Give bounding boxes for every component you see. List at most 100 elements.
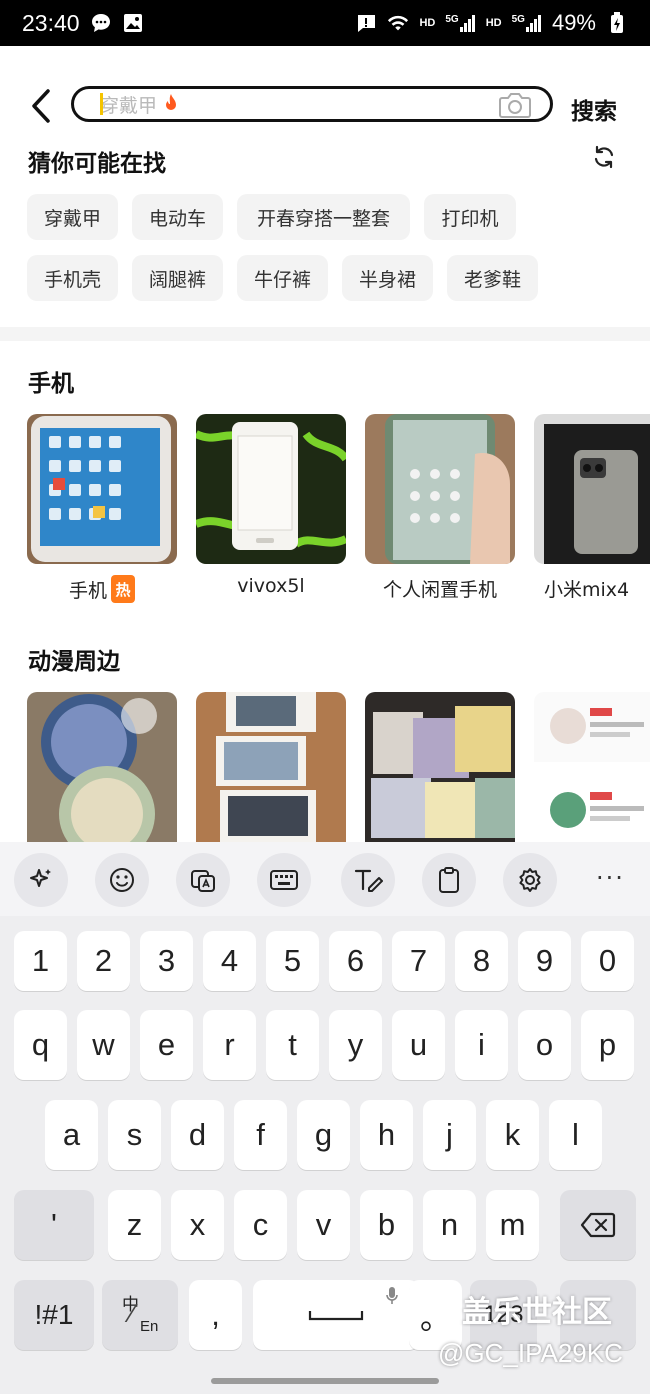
key-2[interactable]: 2 [77, 931, 130, 991]
key-t[interactable]: t [266, 1010, 319, 1080]
camera-search-button[interactable] [498, 91, 532, 119]
key-f[interactable]: f [234, 1100, 287, 1170]
translate-button[interactable] [176, 853, 230, 907]
suggestion-chip[interactable]: 穿戴甲 [27, 194, 118, 240]
anime-photo-cards-photo-icon [196, 692, 346, 842]
suggestion-chip[interactable]: 开春穿搭一整套 [237, 194, 410, 240]
key-w[interactable]: w [77, 1010, 130, 1080]
clipboard-button[interactable] [422, 853, 476, 907]
key-n[interactable]: n [423, 1190, 476, 1260]
hd-label: HD [419, 17, 436, 29]
ai-tools-button[interactable] [14, 853, 68, 907]
suggestion-chip[interactable]: 手机壳 [27, 255, 118, 301]
product-caption: 个人闲置手机 [382, 579, 497, 601]
anime-listing-screenshot-icon [534, 692, 650, 842]
key-r[interactable]: r [203, 1010, 256, 1080]
settings-button[interactable] [503, 853, 557, 907]
key-7[interactable]: 7 [392, 931, 445, 991]
watermark-title: 盖乐世社区 [462, 1295, 612, 1330]
suggestion-chip[interactable]: 半身裙 [342, 255, 433, 301]
keyboard-mode-button[interactable] [257, 853, 311, 907]
text-caret [100, 93, 103, 115]
key-l[interactable]: l [549, 1100, 602, 1170]
suggestion-chip[interactable]: 老爹鞋 [447, 255, 538, 301]
key-3[interactable]: 3 [140, 931, 193, 991]
clipboard-icon [439, 867, 459, 893]
product-thumbnail[interactable] [365, 692, 515, 842]
gallery-notification-icon [122, 12, 144, 34]
key-h[interactable]: h [360, 1100, 413, 1170]
back-button[interactable] [26, 86, 56, 126]
backspace-key[interactable] [560, 1190, 636, 1260]
settings-icon [519, 868, 541, 892]
suggestion-chip[interactable]: 打印机 [424, 194, 516, 240]
backspace-icon [580, 1212, 616, 1238]
key-s[interactable]: s [108, 1100, 161, 1170]
section-title-phones: 手机 [28, 371, 74, 397]
key-p[interactable]: p [581, 1010, 634, 1080]
key-c[interactable]: c [234, 1190, 287, 1260]
section-divider [0, 327, 650, 341]
language-switch-key[interactable]: 中 ⁄ En [102, 1280, 178, 1350]
symbols-key[interactable]: !#1 [14, 1280, 94, 1350]
key-0[interactable]: 0 [581, 931, 634, 991]
key-z[interactable]: z [108, 1190, 161, 1260]
search-input[interactable]: 穿戴甲 [71, 86, 553, 122]
key-b[interactable]: b [360, 1190, 413, 1260]
key-j[interactable]: j [423, 1100, 476, 1170]
space-key[interactable] [253, 1280, 419, 1350]
message-alert-icon [355, 12, 377, 34]
key-o[interactable]: o [518, 1010, 571, 1080]
hot-badge: 热 [111, 575, 135, 603]
key-9[interactable]: 9 [518, 931, 571, 991]
hd-label-2: HD [485, 17, 502, 29]
key-comma[interactable]: , [189, 1280, 242, 1350]
white-phone-photo-icon [196, 414, 346, 564]
signal-icon: 5G [445, 14, 475, 32]
suggestion-chip[interactable]: 牛仔裤 [237, 255, 328, 301]
key-y[interactable]: y [329, 1010, 382, 1080]
handwriting-button[interactable] [341, 853, 395, 907]
space-bar-icon [308, 1311, 364, 1321]
anime-badges-photo-icon [27, 692, 177, 842]
home-indicator[interactable] [211, 1378, 439, 1384]
key-u[interactable]: u [392, 1010, 445, 1080]
key-8[interactable]: 8 [455, 931, 508, 991]
product-thumbnail[interactable] [196, 692, 346, 842]
key-a[interactable]: a [45, 1100, 98, 1170]
product-thumbnail[interactable] [27, 692, 177, 842]
key-6[interactable]: 6 [329, 931, 382, 991]
key-1[interactable]: 1 [14, 931, 67, 991]
suggestion-chip[interactable]: 阔腿裤 [132, 255, 223, 301]
key-apostrophe[interactable]: ' [14, 1190, 94, 1260]
watermark-handle: @GC_IPA29KC [438, 1338, 623, 1368]
fire-icon [166, 94, 177, 110]
refresh-button[interactable] [592, 145, 616, 169]
key-5[interactable]: 5 [266, 931, 319, 991]
key-g[interactable]: g [297, 1100, 350, 1170]
key-i[interactable]: i [455, 1010, 508, 1080]
more-options-button[interactable]: ··· [596, 864, 625, 892]
product-thumbnail[interactable] [196, 414, 346, 564]
emoji-button[interactable] [95, 853, 149, 907]
microphone-icon [386, 1287, 398, 1304]
search-button[interactable]: 搜索 [571, 92, 617, 126]
key-k[interactable]: k [486, 1100, 539, 1170]
key-x[interactable]: x [171, 1190, 224, 1260]
product-caption: 手机 热 [27, 575, 177, 603]
product-thumbnail[interactable] [534, 692, 650, 842]
section-title-anime: 动漫周边 [28, 649, 120, 675]
key-v[interactable]: v [297, 1190, 350, 1260]
key-e[interactable]: e [140, 1010, 193, 1080]
battery-icon [606, 12, 628, 34]
key-d[interactable]: d [171, 1100, 224, 1170]
product-thumbnail[interactable] [534, 414, 650, 564]
key-q[interactable]: q [14, 1010, 67, 1080]
suggestion-chip[interactable]: 电动车 [132, 194, 223, 240]
key-4[interactable]: 4 [203, 931, 256, 991]
refresh-icon [594, 145, 614, 169]
product-thumbnail[interactable] [27, 414, 177, 564]
signal-icon-2: 5G [512, 14, 542, 32]
product-thumbnail[interactable] [365, 414, 515, 564]
key-m[interactable]: m [486, 1190, 539, 1260]
